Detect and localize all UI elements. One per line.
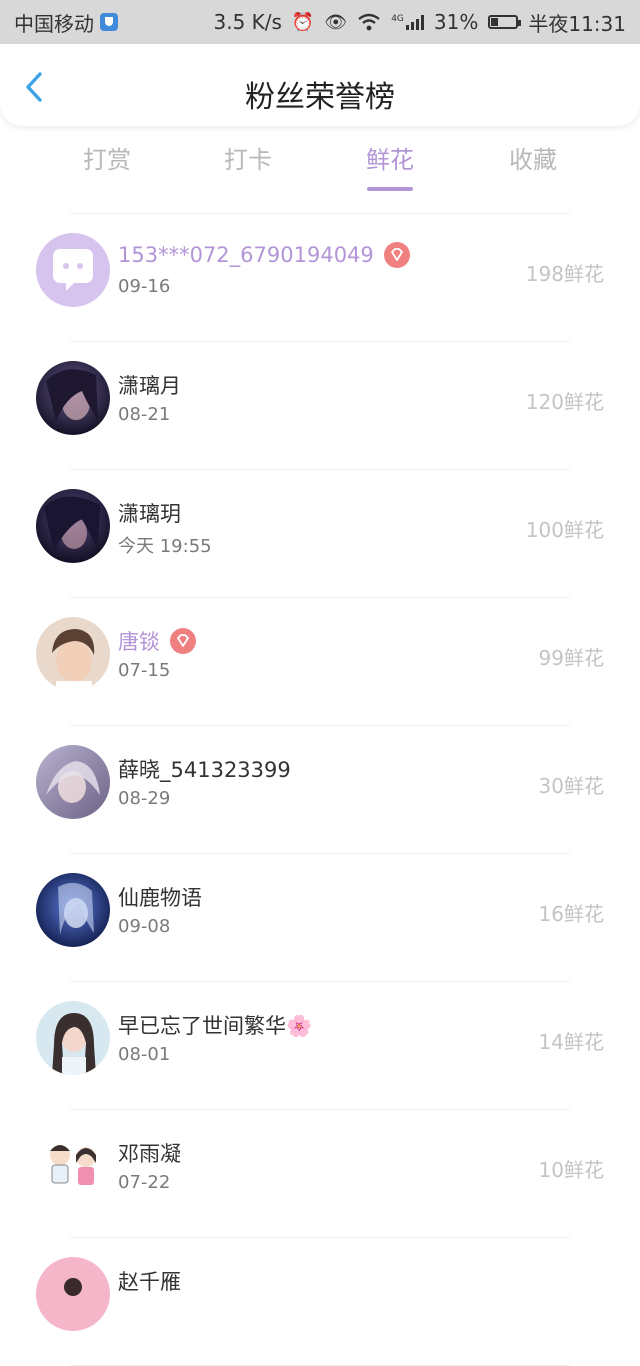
fan-date: 09-16 [118,276,171,297]
fan-date: 08-21 [118,404,171,425]
carrier-name: 中国移动 [14,11,94,36]
fan-name: 潇璃月 [118,374,181,398]
fan-date: 08-01 [118,1044,171,1065]
tab-favorites[interactable]: 收藏 [463,140,603,175]
fan-date: 09-08 [118,916,171,937]
fan-name: 仙鹿物语 [118,886,202,910]
fan-flower-count: 10鲜花 [538,1158,604,1182]
header: 粉丝荣誉榜 [0,44,640,126]
pink-avatar-image [36,1257,110,1331]
fan-name-line: 薛晓_541323399 [118,754,291,784]
fan-name-line: 潇璃月 [118,370,181,400]
fan-name-line: 仙鹿物语 [118,882,202,912]
list-item[interactable]: 邓雨凝 07-22 10鲜花 [0,1110,640,1238]
dark-anime-avatar-image [36,361,110,435]
blue-anime-avatar-image [36,873,110,947]
status-icons: 3.5 K/s ⏰ 👁 4G 31% 半夜11:31 [213,8,626,37]
fan-name: 153***072_6790194049 [118,243,374,267]
alarm-icon: ⏰ [291,11,315,33]
fan-date: 07-15 [118,660,171,681]
fan-name-line: 唐锬 [118,626,196,656]
fan-date: 08-29 [118,788,171,809]
fan-flower-count: 14鲜花 [538,1030,604,1054]
avatar[interactable] [36,489,110,563]
fan-date: 今天 19:55 [118,536,212,557]
fan-flower-count: 100鲜花 [525,518,604,542]
fan-name: 唐锬 [118,630,160,654]
avatar[interactable] [36,617,110,691]
status-bar: 中国移动 3.5 K/s ⏰ 👁 4G 31% 半夜11:31 [0,0,640,44]
shield-icon [100,13,118,31]
fan-name: 赵千雁 [118,1270,181,1294]
fan-flower-count: 120鲜花 [525,390,604,414]
tab-bar: 打赏 打卡 鲜花 收藏 [0,140,640,196]
eye-icon: 👁 [324,11,348,33]
list-item[interactable]: 薛晓_541323399 08-29 30鲜花 [0,726,640,854]
avatar[interactable] [36,1257,110,1331]
fan-name-line: 早已忘了世间繁华🌸 [118,1010,312,1040]
dark-anime-avatar-image [36,489,110,563]
avatar[interactable] [36,745,110,819]
fan-name-line: 潇璃玥 [118,498,181,528]
avatar[interactable] [36,873,110,947]
vip-diamond-icon [383,242,410,268]
active-tab-indicator [367,187,413,191]
wifi-icon [358,13,380,31]
fan-date: 07-22 [118,1172,171,1193]
battery-icon [488,15,522,29]
fan-name: 早已忘了世间繁华🌸 [118,1014,313,1038]
list-item[interactable]: 唐锬 07-15 99鲜花 [0,598,640,726]
fan-name-line: 153***072_6790194049 [118,242,410,268]
couple-cartoon-avatar-image [36,1129,110,1203]
vip-diamond-icon [170,628,196,654]
fan-name: 薛晓_541323399 [118,758,291,782]
tab-checkin[interactable]: 打卡 [178,140,318,175]
fan-name: 潇璃玥 [118,502,181,526]
fan-flower-count: 16鲜花 [538,902,604,926]
fan-name: 邓雨凝 [118,1142,181,1166]
list-item[interactable]: 赵千雁 [0,1238,640,1366]
list-item[interactable]: 153***072_6790194049 09-16 198鲜花 [0,214,640,342]
pastel-anime-avatar-image [36,745,110,819]
battery-percent: 31% [433,10,479,34]
fan-flower-count: 198鲜花 [525,262,604,286]
chat-bubble-icon [36,233,110,307]
list-item[interactable]: 潇璃月 08-21 120鲜花 [0,342,640,470]
avatar[interactable] [36,1129,110,1203]
fan-list: 153***072_6790194049 09-16 198鲜花 潇璃月 08-… [0,214,640,1366]
list-item[interactable]: 潇璃玥 今天 19:55 100鲜花 [0,470,640,598]
carrier: 中国移动 [14,8,118,37]
girl-photo-avatar-image [36,1001,110,1075]
fan-name-line: 邓雨凝 [118,1138,181,1168]
network-type: 4G [391,14,404,24]
signal-icon: 4G [391,14,424,30]
avatar[interactable] [36,233,110,307]
network-speed: 3.5 K/s [213,10,282,34]
fan-flower-count: 99鲜花 [538,646,604,670]
clock: 半夜11:31 [528,11,626,36]
page-title: 粉丝荣誉榜 [245,80,395,115]
list-item[interactable]: 早已忘了世间繁华🌸 08-01 14鲜花 [0,982,640,1110]
avatar[interactable] [36,1001,110,1075]
tab-reward[interactable]: 打赏 [37,140,177,175]
boy-photo-avatar-image [36,617,110,691]
list-item[interactable]: 仙鹿物语 09-08 16鲜花 [0,854,640,982]
fan-name-line: 赵千雁 [118,1266,181,1296]
fan-flower-count: 30鲜花 [538,774,604,798]
tab-flowers[interactable]: 鲜花 [320,140,460,175]
avatar[interactable] [36,361,110,435]
